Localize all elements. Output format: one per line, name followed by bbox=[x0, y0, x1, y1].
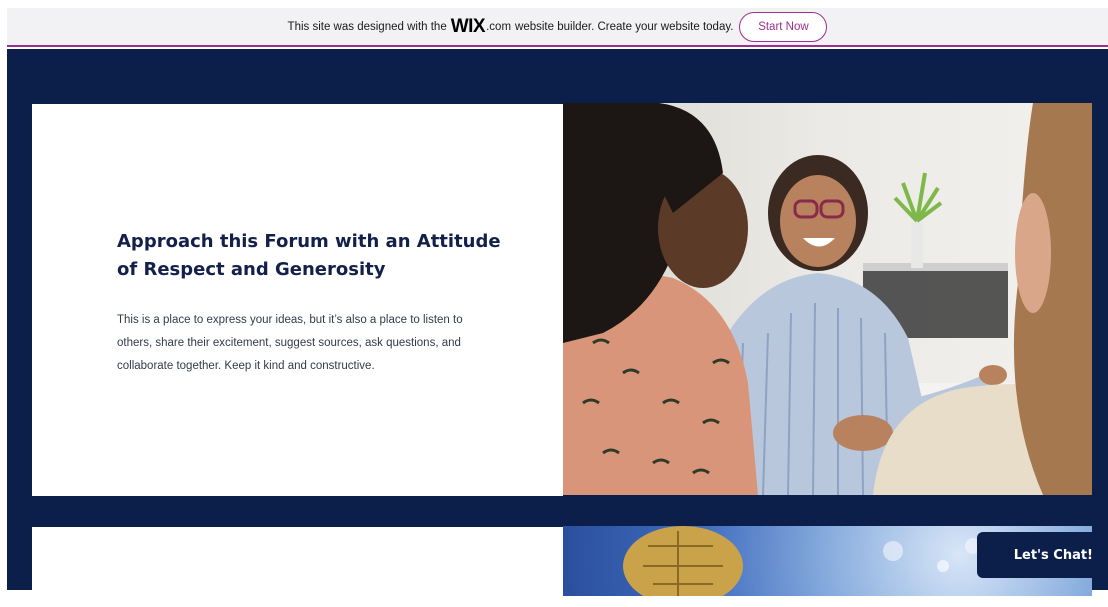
wix-logo: WIX bbox=[450, 15, 486, 37]
next-section-card bbox=[32, 527, 563, 607]
section-heading: Approach this Forum with an Attitude of … bbox=[117, 231, 501, 280]
wix-promo-banner: This site was designed with the WIX .com… bbox=[7, 8, 1108, 47]
start-now-button[interactable]: Start Now bbox=[739, 11, 828, 42]
photo-illustration bbox=[563, 103, 1092, 495]
section-body-text: This is a place to express your ideas, b… bbox=[117, 314, 463, 372]
lets-chat-button[interactable]: Let's Chat! bbox=[977, 532, 1103, 578]
site-content: Approach this Forum with an Attitude of … bbox=[7, 49, 1108, 607]
forum-guideline-card: Approach this Forum with an Attitude of … bbox=[32, 104, 563, 496]
banner-text-before: This site was designed with the bbox=[287, 20, 447, 33]
women-discussion-photo bbox=[563, 103, 1092, 495]
wix-logo-suffix: .com bbox=[486, 20, 512, 33]
banner-text-after: website builder. Create your website tod… bbox=[515, 20, 734, 33]
